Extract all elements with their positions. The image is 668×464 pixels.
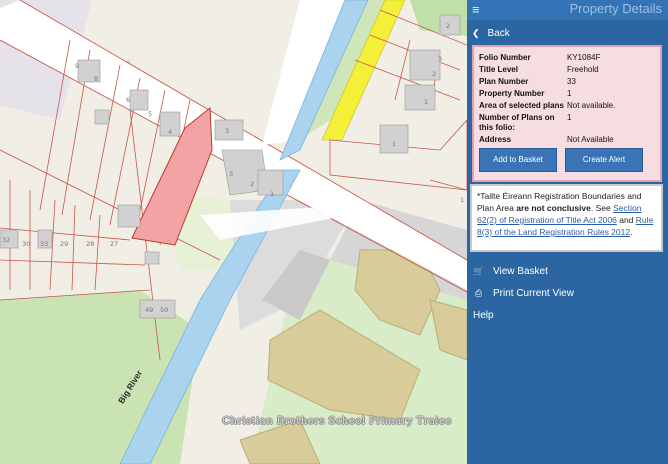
table-row: Plan Number 33 [479, 76, 657, 88]
back-label: Back [487, 27, 510, 39]
detail-key: Number of Plans on this folio: [479, 113, 555, 132]
detail-value: Freehold [567, 65, 599, 74]
house-number: 1 [460, 196, 465, 204]
house-number: 1 [424, 98, 429, 106]
chevron-left-icon: ❮ [472, 27, 480, 38]
house-number: 6 [126, 96, 131, 104]
house-number: 28 [86, 240, 95, 248]
panel-header: ≡ Property Details [467, 0, 668, 20]
detail-key: Property Number [479, 89, 545, 98]
detail-value: KY1084F [567, 53, 601, 62]
detail-key: Area of selected plans [479, 101, 564, 110]
house-number: 50 [160, 306, 169, 314]
table-row: Number of Plans on this folio: 1 [479, 112, 657, 134]
action-buttons: Add to Basket Create Alert [479, 147, 657, 172]
printer-icon: ⎙ [474, 287, 483, 298]
detail-key: Address [479, 134, 512, 144]
details-table: Folio Number KY1084F Title Level Freehold … [479, 52, 657, 146]
add-to-basket-button[interactable]: Add to Basket [479, 147, 557, 172]
menu-icon[interactable]: ≡ [472, 3, 480, 16]
house-number: 32 [2, 236, 11, 244]
house-number: 27 [110, 240, 119, 248]
notice-text: . [630, 227, 633, 237]
school-label: Christian Brothers School Primary Tralee [222, 415, 452, 427]
notice-text: . See [590, 203, 614, 213]
table-row: Property Number 1 [479, 88, 657, 100]
detail-key: Plan Number [479, 77, 529, 86]
house-number: 49 [145, 306, 154, 314]
detail-value: 33 [567, 77, 576, 86]
table-row: Title Level Freehold [479, 64, 657, 76]
print-view-item[interactable]: ⎙ Print Current View [467, 282, 668, 304]
help-label: Help [473, 309, 494, 321]
folio-details-card: Folio Number KY1084F Title Level Freehold … [472, 45, 662, 182]
cart-icon: 🛒 [473, 265, 485, 276]
house-number: 33 [40, 240, 49, 248]
table-row: Area of selected plans Not available. [479, 100, 657, 112]
house-number: 5 [148, 110, 153, 118]
map-view[interactable]: 9 8 6 5 4 3 3 2 1 32 30 29 28 27 33 49 5… [0, 0, 467, 464]
house-number: 8 [94, 75, 99, 83]
house-number: 9 [75, 62, 80, 70]
house-number: 29 [60, 240, 69, 248]
house-number: 1 [270, 190, 275, 198]
table-row: Address Not Available [479, 134, 657, 146]
disclaimer-notice: *Tailte Éireann Registration Boundaries … [470, 184, 663, 252]
detail-value: 1 [567, 113, 572, 122]
panel-title: Property Details [569, 1, 662, 16]
print-view-label: Print Current View [493, 287, 574, 299]
table-row: Folio Number KY1084F [479, 52, 657, 64]
house-number: 3 [438, 55, 443, 63]
view-basket-label: View Basket [493, 265, 548, 277]
notice-bold: are not conclusive [516, 203, 591, 213]
detail-value: Not available. [567, 101, 616, 110]
house-number: 4 [168, 128, 173, 136]
house-number: 2 [446, 22, 451, 30]
side-panel: ≡ Property Details ❮ Back Folio Number KY… [467, 0, 668, 464]
house-number: 1 [392, 140, 397, 148]
notice-text: and [616, 215, 636, 225]
create-alert-button[interactable]: Create Alert [565, 147, 643, 172]
house-number: 2 [250, 180, 255, 188]
house-number: 3 [229, 170, 234, 178]
view-basket-item[interactable]: 🛒 View Basket [467, 260, 668, 282]
detail-key: Folio Number [479, 53, 531, 62]
house-number: 2 [432, 70, 437, 78]
detail-value: Not Available [567, 134, 614, 144]
help-item[interactable]: Help [467, 304, 668, 326]
back-button[interactable]: ❮ Back [467, 22, 668, 44]
map-canvas [0, 0, 467, 464]
house-number: 3 [225, 127, 230, 135]
detail-key: Title Level [479, 65, 518, 74]
detail-value: 1 [567, 89, 572, 98]
house-number: 30 [22, 240, 31, 248]
